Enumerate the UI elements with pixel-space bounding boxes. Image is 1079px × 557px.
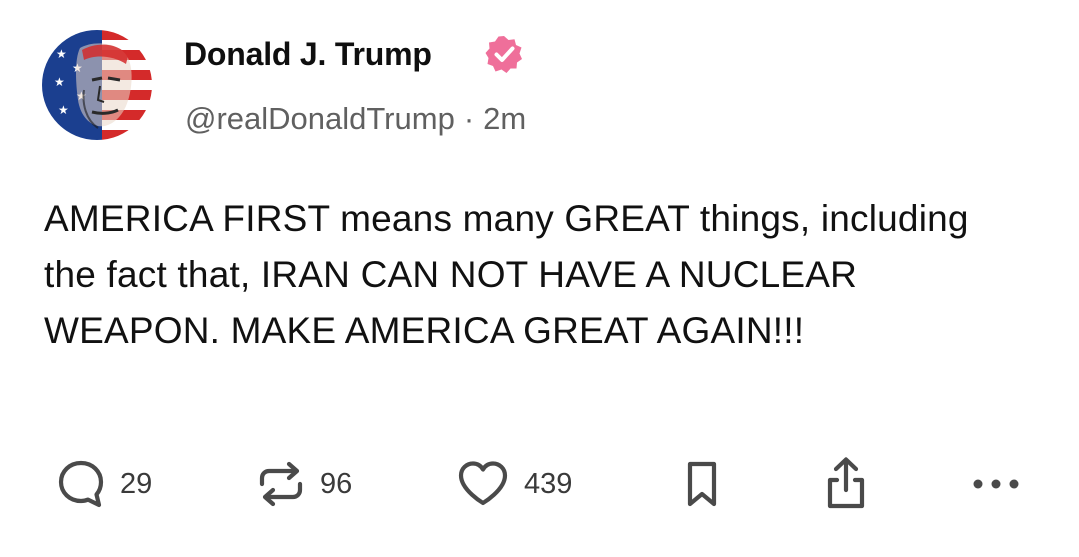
repost-button[interactable]: 96 [256, 456, 352, 512]
post-timestamp[interactable]: 2m [483, 101, 526, 136]
heart-icon [456, 458, 510, 510]
post-card: ★ ★ ★ ★ ★ Donald J. Trump @realDonaldTru… [0, 0, 1079, 557]
bookmark-icon [682, 458, 722, 510]
repost-arrows-icon [256, 458, 306, 510]
share-button[interactable] [822, 456, 870, 512]
svg-text:★: ★ [54, 75, 65, 89]
post-body-text: AMERICA FIRST means many GREAT things, i… [44, 198, 969, 351]
repost-count: 96 [320, 468, 353, 500]
more-options-button[interactable] [970, 456, 1022, 512]
more-dots-icon [970, 458, 1022, 510]
meta-separator: · [463, 101, 475, 136]
author-avatar[interactable]: ★ ★ ★ ★ ★ [42, 30, 152, 140]
comment-bubble-icon [56, 458, 106, 510]
like-button[interactable]: 439 [456, 456, 572, 512]
svg-text:★: ★ [58, 103, 69, 117]
author-display-name[interactable]: Donald J. Trump [184, 34, 432, 74]
author-handle[interactable]: @realDonaldTrump [185, 101, 455, 136]
reply-button[interactable]: 29 [56, 456, 152, 512]
bookmark-button[interactable] [682, 456, 722, 512]
verified-badge-icon [484, 34, 524, 74]
reply-count: 29 [120, 468, 153, 500]
like-count: 439 [524, 468, 573, 500]
post-meta: @realDonaldTrump · 2m [185, 100, 526, 138]
svg-text:★: ★ [56, 47, 67, 61]
avatar-flag-portrait-icon: ★ ★ ★ ★ ★ [42, 30, 152, 140]
share-icon [822, 456, 870, 512]
